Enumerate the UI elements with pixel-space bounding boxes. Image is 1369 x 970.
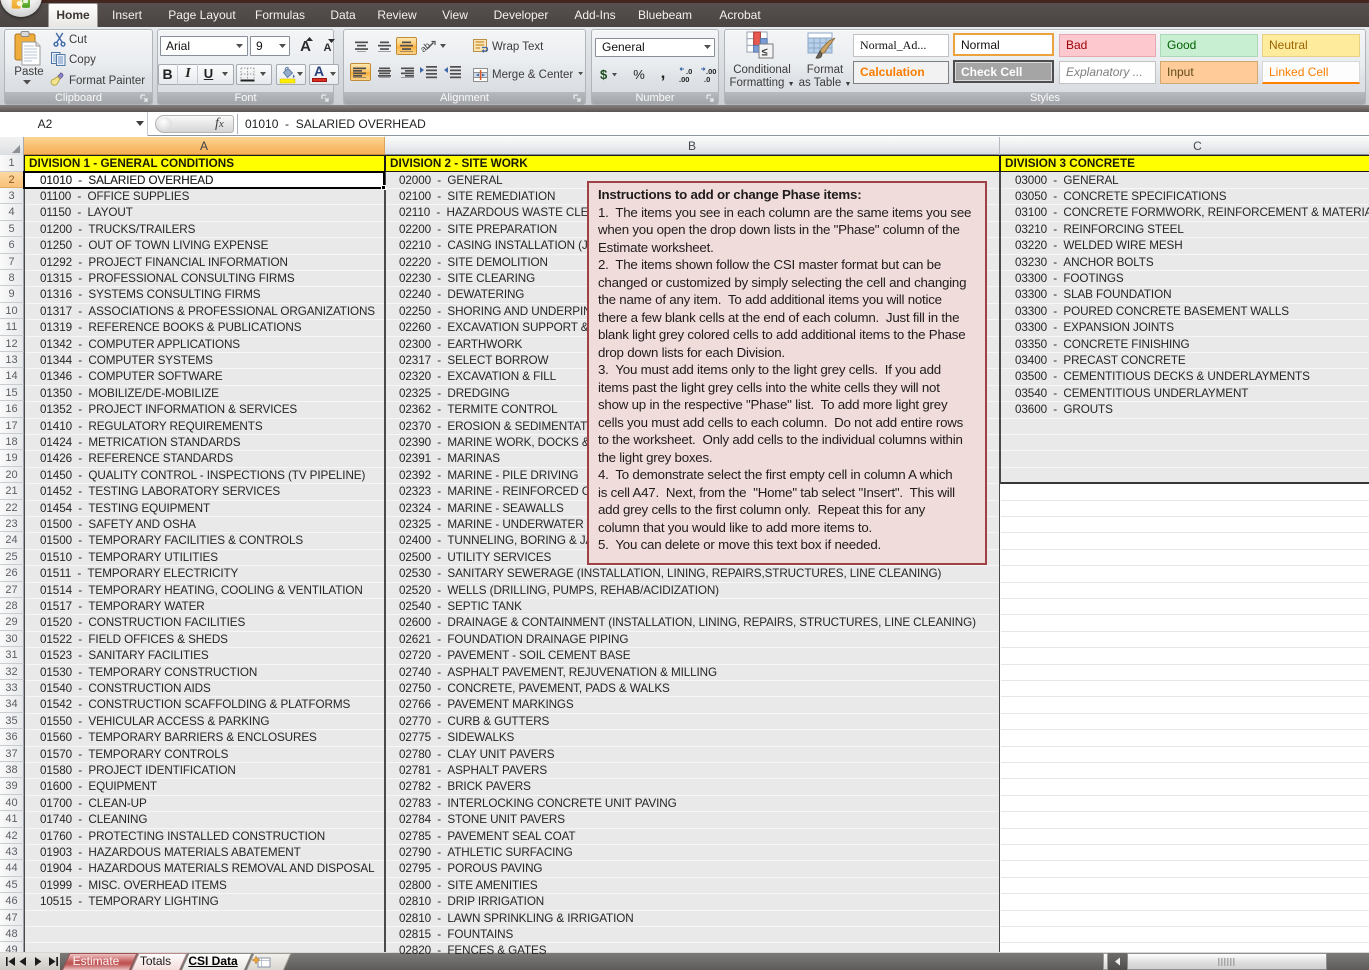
svg-text:.00: .00	[679, 75, 689, 84]
svg-text:≤: ≤	[762, 47, 768, 59]
svg-text:ab: ab	[421, 40, 432, 54]
svg-text:.0: .0	[704, 75, 710, 84]
